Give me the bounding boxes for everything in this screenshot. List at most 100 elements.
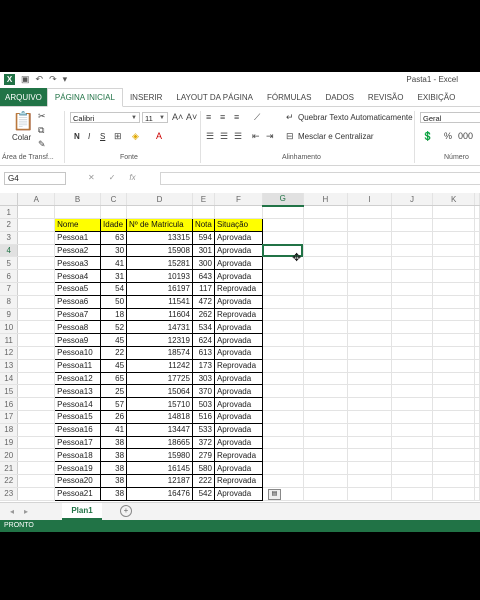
cell-f16[interactable]: Aprovada: [213, 397, 263, 412]
cell-c1[interactable]: [100, 205, 128, 220]
cell-b23[interactable]: Pessoa21: [54, 486, 102, 501]
cell-i1[interactable]: [347, 205, 392, 220]
cell-h11[interactable]: [303, 333, 349, 348]
cell-g14[interactable]: [262, 372, 304, 386]
cell-j17[interactable]: [391, 410, 434, 424]
percent-icon[interactable]: %: [444, 131, 452, 141]
cell-b18[interactable]: Pessoa16: [54, 422, 102, 437]
cell-h8[interactable]: [303, 295, 349, 309]
column-header-g[interactable]: G: [262, 193, 304, 207]
cell-c2[interactable]: Idade: [100, 218, 128, 232]
cell-i9[interactable]: [347, 308, 392, 322]
cell-i19[interactable]: [347, 436, 392, 450]
cell-j14[interactable]: [391, 372, 434, 386]
fill-color-icon[interactable]: ◈: [132, 131, 139, 142]
cell-g6[interactable]: [262, 269, 304, 284]
cell-k8[interactable]: [432, 295, 475, 309]
cell-f23[interactable]: Aprovada: [213, 486, 263, 501]
row-header[interactable]: 3: [0, 231, 19, 245]
cell-g11[interactable]: [262, 333, 304, 348]
cell-h16[interactable]: [303, 397, 349, 412]
insert-function-icon[interactable]: fx: [129, 173, 135, 182]
cell-i12[interactable]: [347, 346, 392, 360]
cell-e13[interactable]: 173: [191, 358, 215, 373]
cell-a15[interactable]: [17, 384, 56, 399]
cell-k17[interactable]: [432, 410, 475, 424]
cell-h5[interactable]: [303, 256, 349, 271]
cell-c7[interactable]: 54: [100, 282, 128, 296]
cell-c17[interactable]: 26: [100, 410, 128, 424]
add-sheet-button[interactable]: +: [120, 505, 132, 517]
cell-i14[interactable]: [347, 372, 392, 386]
align-right-icon[interactable]: ☰: [234, 131, 242, 142]
cell-i5[interactable]: [347, 256, 392, 271]
cell-j2[interactable]: [391, 218, 434, 232]
cell-c20[interactable]: 38: [100, 448, 128, 463]
cell-b13[interactable]: Pessoa11: [54, 358, 102, 373]
cell-i10[interactable]: [347, 320, 392, 335]
align-middle-icon[interactable]: ≡: [220, 112, 225, 122]
tab-2[interactable]: INSERIR: [123, 88, 169, 106]
cell-d11[interactable]: 12319: [126, 333, 193, 348]
cell-g16[interactable]: [262, 397, 304, 412]
cell-c23[interactable]: 38: [100, 486, 128, 501]
cell-a11[interactable]: [17, 333, 56, 348]
cell-h19[interactable]: [303, 436, 349, 450]
cell-j22[interactable]: [391, 474, 434, 488]
sheet-tab-plan1[interactable]: Plan1: [62, 503, 102, 520]
cell-h1[interactable]: [303, 205, 349, 220]
decrease-indent-icon[interactable]: ⇤: [252, 131, 260, 142]
cell-h2[interactable]: [303, 218, 349, 232]
cell-h13[interactable]: [303, 359, 349, 373]
underline-button[interactable]: S: [100, 132, 105, 141]
cell-a2[interactable]: [17, 218, 56, 232]
cell-b7[interactable]: Pessoa5: [54, 282, 102, 296]
cell-i15[interactable]: [347, 384, 392, 399]
cell-i16[interactable]: [347, 397, 392, 412]
cell-i4[interactable]: [347, 244, 392, 258]
cell-b12[interactable]: Pessoa10: [54, 346, 102, 360]
row-header[interactable]: 21: [0, 461, 19, 476]
cell-f19[interactable]: Aprovada: [213, 435, 263, 450]
cell-c14[interactable]: 65: [100, 371, 128, 386]
cell-f4[interactable]: Aprovada: [213, 243, 263, 258]
cell-h15[interactable]: [303, 384, 349, 399]
cell-i22[interactable]: [347, 474, 392, 488]
cell-g22[interactable]: [262, 474, 304, 488]
cell-b19[interactable]: Pessoa17: [54, 435, 102, 450]
cell-i20[interactable]: [347, 448, 392, 463]
row-header[interactable]: 11: [0, 333, 19, 348]
cell-c4[interactable]: 30: [100, 243, 128, 258]
column-header-h[interactable]: H: [303, 193, 349, 207]
cut-icon[interactable]: ✂: [38, 111, 46, 122]
cell-j19[interactable]: [391, 436, 434, 450]
cell-c3[interactable]: 63: [100, 230, 128, 245]
cell-h4[interactable]: [303, 244, 349, 258]
cell-d5[interactable]: 15281: [126, 256, 193, 271]
cell-d17[interactable]: 14818: [126, 410, 193, 424]
cell-d7[interactable]: 16197: [126, 282, 193, 296]
cell-e11[interactable]: 624: [191, 333, 215, 348]
cell-g13[interactable]: [262, 359, 304, 373]
cell-j23[interactable]: [391, 487, 434, 501]
formula-input[interactable]: [160, 172, 480, 185]
worksheet-grid[interactable]: A B C D E F G H I J K 1 2 Nome Idade Nº de Matricula Not…: [0, 193, 480, 501]
cell-c16[interactable]: 57: [100, 397, 128, 412]
row-header[interactable]: 17: [0, 410, 19, 424]
cell-e2[interactable]: Nota: [191, 218, 215, 232]
cell-c22[interactable]: 38: [100, 474, 128, 488]
cell-b11[interactable]: Pessoa9: [54, 333, 102, 348]
cell-e5[interactable]: 300: [191, 256, 215, 271]
cell-f7[interactable]: Reprovada: [213, 282, 263, 296]
cell-d22[interactable]: 12187: [126, 474, 193, 488]
cell-j11[interactable]: [391, 333, 434, 348]
cell-e8[interactable]: 472: [191, 294, 215, 309]
row-header[interactable]: 8: [0, 295, 19, 309]
cell-b4[interactable]: Pessoa2: [54, 243, 102, 258]
cell-a5[interactable]: [17, 256, 56, 271]
row-header[interactable]: 6: [0, 269, 19, 284]
cell-f20[interactable]: Reprovada: [213, 448, 263, 463]
cell-k3[interactable]: [432, 231, 475, 245]
tab-0[interactable]: ARQUIVO: [0, 88, 47, 106]
tab-6[interactable]: REVISÃO: [361, 88, 411, 106]
